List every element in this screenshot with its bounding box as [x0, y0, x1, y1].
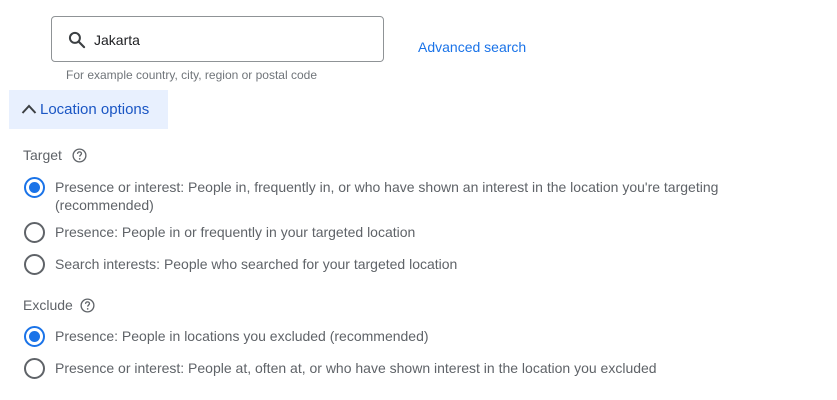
target-option-search-interests-label[interactable]: Search interests: People who searched fo… [55, 255, 745, 273]
location-search-input[interactable] [94, 30, 374, 50]
target-option-presence-radio[interactable] [24, 222, 45, 243]
location-search-box[interactable] [51, 16, 384, 62]
exclude-label: Exclude [23, 297, 73, 313]
advanced-search-link[interactable]: Advanced search [418, 39, 526, 55]
help-icon[interactable] [72, 148, 87, 163]
chevron-up-icon [21, 104, 37, 114]
location-options-label: Location options [40, 101, 150, 118]
exclude-option-presence-interest-radio[interactable] [24, 358, 45, 379]
option-text-suffix: (recommended) [55, 197, 154, 213]
option-text: Presence or interest: People in, frequen… [55, 179, 719, 195]
target-option-search-interests-radio[interactable] [24, 254, 45, 275]
help-icon[interactable] [80, 298, 95, 313]
search-icon [68, 31, 86, 49]
exclude-option-presence-label[interactable]: Presence: People in locations you exclud… [55, 327, 745, 345]
location-options-toggle[interactable]: Location options [9, 90, 168, 129]
search-hint: For example country, city, region or pos… [66, 68, 318, 82]
exclude-option-presence-radio[interactable] [24, 326, 45, 347]
target-option-presence-interest-label[interactable]: Presence or interest: People in, frequen… [55, 178, 745, 214]
target-option-presence-label[interactable]: Presence: People in or frequently in you… [55, 223, 745, 241]
exclude-option-presence-interest-label[interactable]: Presence or interest: People at, often a… [55, 359, 745, 377]
target-option-presence-interest-radio[interactable] [24, 177, 45, 198]
target-label: Target [23, 147, 62, 163]
